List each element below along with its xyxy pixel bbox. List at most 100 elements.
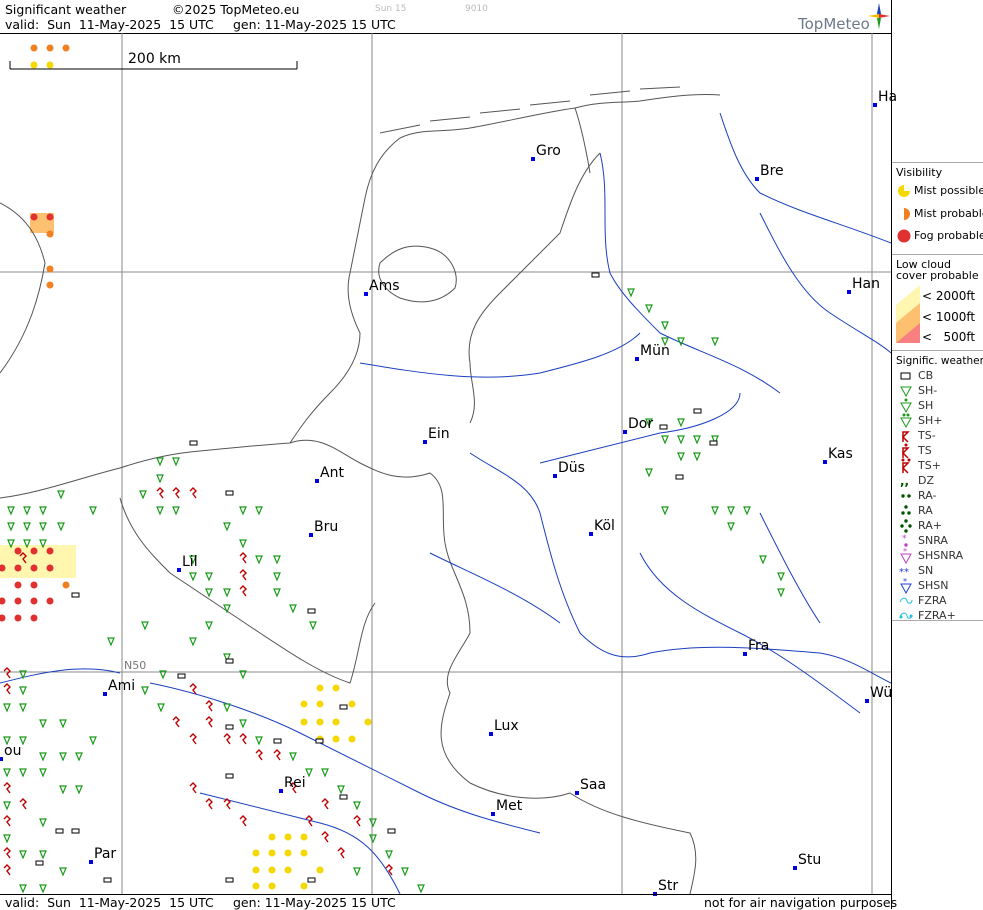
- city-label: Saa: [575, 777, 606, 795]
- city-marker-icon: [793, 866, 797, 870]
- city-name: Rei: [284, 775, 306, 791]
- legend-ra: RA: [892, 503, 983, 519]
- thunderstorm-icon: [901, 443, 910, 459]
- city-marker-icon: [423, 440, 427, 444]
- city-label: Par: [89, 846, 117, 864]
- city-marker-icon: [755, 177, 759, 181]
- city-label: Fra: [743, 638, 770, 656]
- low-cloud-1000: < 1000ft: [922, 310, 976, 324]
- legend-ts: TS: [892, 443, 983, 459]
- signific-title: Signific. weather: [896, 355, 983, 367]
- compass-icon: [868, 3, 890, 29]
- city-label: Ein: [423, 426, 450, 444]
- weather-map[interactable]: N50 200 km Ha Gro Bre Ams Han Mün Dor Ein Kas Ant…: [0, 33, 897, 896]
- rain-heavy-icon: [900, 519, 912, 533]
- city-marker-icon: [315, 479, 319, 483]
- cb-icon: [900, 372, 911, 380]
- city-marker-icon: [279, 789, 283, 793]
- valid-time: valid: Sun 11-May-2025 15 UTC: [5, 17, 214, 32]
- city-label: Mün: [635, 343, 670, 361]
- city-label: Lil: [177, 554, 198, 572]
- city-label: Lux: [489, 718, 519, 736]
- legend-sh-plus: SH+: [892, 413, 983, 429]
- freezing-rain-icon: [899, 597, 913, 604]
- city-marker-icon: [0, 757, 3, 761]
- mist-probable-icon: [898, 208, 910, 220]
- city-name: ou: [4, 743, 22, 759]
- legend-label: SH: [918, 399, 934, 412]
- topmeteo-logo[interactable]: TopMeteo: [798, 3, 890, 33]
- city-name: Str: [658, 878, 679, 894]
- thunderstorm-heavy-icon: [901, 458, 911, 474]
- legend-fog-probable: Fog probable: [892, 228, 983, 244]
- city-name: Ein: [428, 426, 450, 442]
- city-label: Met: [491, 798, 522, 816]
- city-marker-icon: [531, 157, 535, 161]
- legend-snra: * SNRA: [892, 533, 983, 549]
- legend-label: SHSN: [918, 579, 949, 592]
- snow-shower-icon: *: [900, 578, 912, 594]
- shower-light-icon: [900, 386, 912, 398]
- city-marker-icon: [491, 812, 495, 816]
- city-marker-icon: [865, 699, 869, 703]
- city-marker-icon: [623, 430, 627, 434]
- city-label: Kas: [823, 446, 853, 464]
- legend-panel: Visibility Mist possible Mist probable F…: [891, 0, 983, 909]
- city-marker-icon: [309, 533, 313, 537]
- svg-text:**: **: [899, 567, 909, 578]
- legend-label: SH-: [918, 384, 938, 397]
- city-name: Wü: [870, 685, 893, 701]
- city-label: Ami: [103, 678, 135, 696]
- city-name: Par: [94, 846, 117, 862]
- svg-text:*: *: [903, 548, 907, 556]
- legend-label: RA+: [918, 519, 942, 532]
- legend-sn: ** SN: [892, 563, 983, 579]
- city-marker-icon: [847, 290, 851, 294]
- city-label: Han: [847, 276, 880, 294]
- legend-mist-probable: Mist probable: [892, 206, 983, 222]
- header-bar: Significant weather ©2025 TopMeteo.eu Su…: [0, 0, 891, 34]
- map-title: Significant weather: [5, 2, 127, 17]
- city-marker-icon: [364, 292, 368, 296]
- city-name: Stu: [798, 852, 822, 868]
- city-name: Bru: [314, 519, 339, 535]
- faint-day: Sun 15: [375, 4, 407, 14]
- legend-fzra-plus: FZRA+: [892, 608, 983, 624]
- city-marker-icon: [553, 474, 557, 478]
- legend-ts-minus: TS-: [892, 428, 983, 444]
- drizzle-icon: ,,: [900, 474, 909, 488]
- footer-valid: valid: Sun 11-May-2025 15 UTC: [5, 895, 214, 910]
- legend-label: CB: [918, 369, 934, 382]
- city-label: Ams: [364, 278, 400, 296]
- legend-label: SN: [918, 564, 934, 577]
- city-label: Bru: [309, 519, 339, 537]
- svg-text:,,: ,,: [900, 474, 909, 488]
- city-label: Wü: [865, 685, 893, 703]
- city-name: Kas: [828, 446, 853, 462]
- city-name: Ant: [320, 465, 344, 481]
- map-canvas: N50: [0, 33, 891, 894]
- svg-text:*: *: [902, 534, 907, 544]
- legend-cb: CB: [892, 368, 983, 384]
- footer-generated: gen: 11-May-2025 15 UTC: [233, 895, 396, 910]
- city-name: Lil: [182, 554, 198, 570]
- city-marker-icon: [743, 652, 747, 656]
- snow-rain-icon: *: [902, 534, 908, 547]
- low-cloud-title: Low cloud cover probable: [896, 258, 979, 282]
- footer-disclaimer: not for air navigation purposes: [704, 895, 898, 910]
- city-name: Dor: [628, 416, 654, 432]
- footer-bar: valid: Sun 11-May-2025 15 UTC gen: 11-Ma…: [0, 894, 897, 910]
- freezing-rain-heavy-icon: [899, 612, 913, 619]
- city-marker-icon: [873, 103, 877, 107]
- rain-light-icon: [901, 494, 911, 498]
- legend-fzra: FZRA: [892, 593, 983, 609]
- legend-label: SH+: [918, 414, 943, 427]
- grid-label: N50: [124, 659, 146, 672]
- legend-label: RA: [918, 504, 933, 517]
- city-name: Mün: [640, 343, 670, 359]
- legend-label: RA-: [918, 489, 937, 502]
- svg-text:*: *: [903, 578, 907, 586]
- city-name: Fra: [748, 638, 770, 654]
- scale-label: 200 km: [128, 51, 181, 67]
- city-label: Düs: [553, 460, 585, 478]
